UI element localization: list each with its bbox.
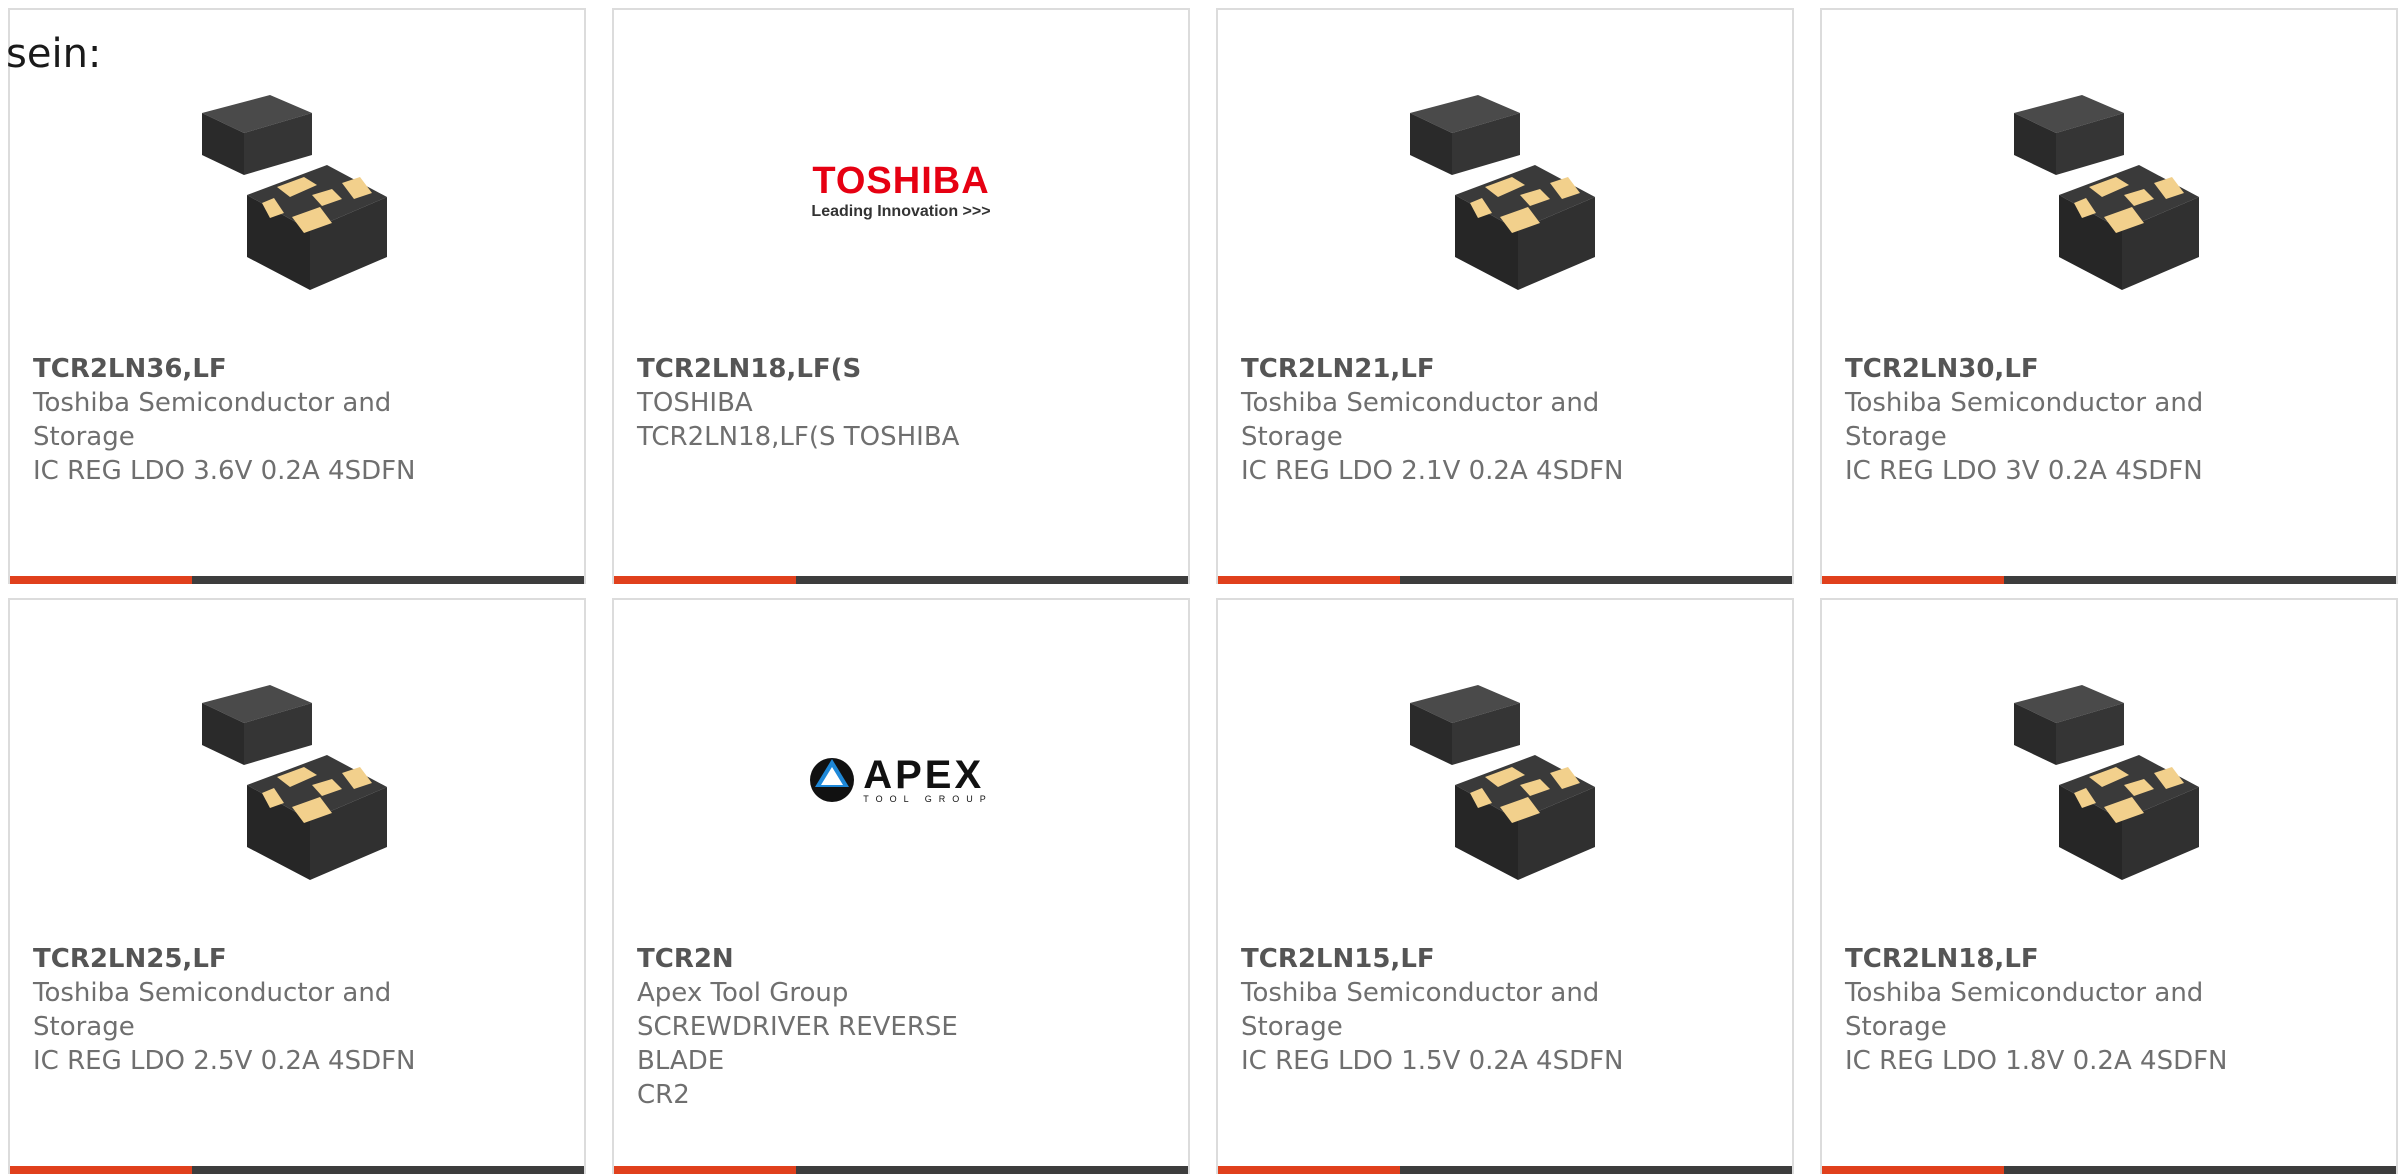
card-bar — [614, 1166, 1188, 1174]
chip-icon — [202, 95, 387, 290]
card-bar-accent — [10, 576, 192, 584]
product-line: Toshiba Semiconductor and — [1845, 388, 2204, 418]
product-card[interactable]: TCR2LN15,LF Toshiba Semiconductor and St… — [1216, 598, 1794, 1174]
product-line: CR2 — [637, 1080, 690, 1110]
part-number[interactable]: TCR2LN30,LF — [1845, 352, 2236, 386]
product-line: Storage — [1241, 422, 1343, 452]
product-line: Toshiba Semiconductor and — [33, 978, 392, 1008]
product-card[interactable]: TCR2LN18,LF Toshiba Semiconductor and St… — [1820, 598, 2398, 1174]
product-card[interactable]: TCR2LN30,LF Toshiba Semiconductor and St… — [1820, 8, 2398, 584]
card-bar — [1822, 1166, 2396, 1174]
card-bar-accent — [614, 1166, 796, 1174]
product-line: TCR2LN18,LF(S TOSHIBA — [637, 422, 960, 452]
product-info: TCR2LN15,LF Toshiba Semiconductor and St… — [1241, 942, 1632, 1078]
card-bar — [1822, 576, 2396, 584]
product-line: IC REG LDO 3V 0.2A 4SDFN — [1845, 456, 2203, 486]
part-number[interactable]: TCR2LN25,LF — [33, 942, 424, 976]
product-line: Storage — [33, 1012, 135, 1042]
product-line: Toshiba Semiconductor and — [1241, 388, 1600, 418]
product-image[interactable] — [1218, 670, 1792, 890]
product-line: IC REG LDO 1.8V 0.2A 4SDFN — [1845, 1046, 2228, 1076]
chip-icon — [1410, 95, 1595, 290]
toshiba-tagline: Leading Innovation >>> — [811, 202, 991, 220]
product-card[interactable]: APEX TOOL GROUP TCR2N Apex Tool Group SC… — [612, 598, 1190, 1174]
card-bar — [614, 576, 1188, 584]
product-line: IC REG LDO 2.5V 0.2A 4SDFN — [33, 1046, 416, 1076]
chip-icon — [202, 685, 387, 880]
product-line: Storage — [33, 422, 135, 452]
product-line: IC REG LDO 3.6V 0.2A 4SDFN — [33, 456, 416, 486]
product-info: TCR2LN21,LF Toshiba Semiconductor and St… — [1241, 352, 1632, 488]
part-number[interactable]: TCR2LN18,LF(S — [637, 352, 1028, 386]
product-card[interactable]: TCR2LN36,LF Toshiba Semiconductor and St… — [8, 8, 586, 584]
card-bar — [1218, 1166, 1792, 1174]
card-bar-accent — [1822, 1166, 2004, 1174]
chip-icon — [1410, 685, 1595, 880]
product-info: TCR2N Apex Tool Group SCREWDRIVER REVERS… — [637, 942, 1028, 1112]
card-bar-accent — [1218, 576, 1400, 584]
product-line: Toshiba Semiconductor and — [1845, 978, 2204, 1008]
apex-globe-icon — [810, 758, 855, 802]
product-info: TCR2LN25,LF Toshiba Semiconductor and St… — [33, 942, 424, 1078]
card-bar-accent — [1218, 1166, 1400, 1174]
apex-brand: APEX — [863, 753, 985, 797]
product-image[interactable] — [10, 670, 584, 890]
apex-tagline: TOOL GROUP — [863, 794, 993, 804]
product-info: TCR2LN30,LF Toshiba Semiconductor and St… — [1845, 352, 2236, 488]
card-bar-accent — [614, 576, 796, 584]
part-number[interactable]: TCR2N — [637, 942, 1028, 976]
intro-text: sein: — [6, 31, 102, 77]
card-bar-accent — [1822, 576, 2004, 584]
product-line: Apex Tool Group — [637, 978, 849, 1008]
toshiba-brand: TOSHIBA — [812, 159, 990, 202]
product-image[interactable]: TOSHIBA Leading Innovation >>> — [614, 80, 1188, 300]
part-number[interactable]: TCR2LN18,LF — [1845, 942, 2236, 976]
chip-icon — [2014, 685, 2199, 880]
product-image[interactable]: APEX TOOL GROUP — [614, 670, 1188, 890]
apex-logo: APEX TOOL GROUP — [809, 753, 993, 804]
chip-icon — [2014, 95, 2199, 290]
toshiba-logo: TOSHIBA Leading Innovation >>> — [811, 160, 990, 221]
product-line: Toshiba Semiconductor and — [33, 388, 392, 418]
product-line: Storage — [1845, 422, 1947, 452]
product-line: TOSHIBA — [637, 388, 753, 418]
product-card[interactable]: TCR2LN21,LF Toshiba Semiconductor and St… — [1216, 8, 1794, 584]
product-line: IC REG LDO 2.1V 0.2A 4SDFN — [1241, 456, 1624, 486]
card-bar — [1218, 576, 1792, 584]
card-bar-accent — [10, 1166, 192, 1174]
product-image[interactable] — [1218, 80, 1792, 300]
card-bar — [10, 1166, 584, 1174]
product-info: TCR2LN36,LF Toshiba Semiconductor and St… — [33, 352, 424, 488]
product-image[interactable] — [1822, 80, 2396, 300]
product-line: Toshiba Semiconductor and — [1241, 978, 1600, 1008]
product-line: Storage — [1845, 1012, 1947, 1042]
part-number[interactable]: TCR2LN36,LF — [33, 352, 424, 386]
product-card[interactable]: TCR2LN25,LF Toshiba Semiconductor and St… — [8, 598, 586, 1174]
product-line: IC REG LDO 1.5V 0.2A 4SDFN — [1241, 1046, 1624, 1076]
product-info: TCR2LN18,LF(S TOSHIBA TCR2LN18,LF(S TOSH… — [637, 352, 1028, 454]
part-number[interactable]: TCR2LN21,LF — [1241, 352, 1632, 386]
product-card[interactable]: TOSHIBA Leading Innovation >>> TCR2LN18,… — [612, 8, 1190, 584]
product-line: SCREWDRIVER REVERSE BLADE — [637, 1012, 958, 1076]
product-info: TCR2LN18,LF Toshiba Semiconductor and St… — [1845, 942, 2236, 1078]
product-grid: TCR2LN36,LF Toshiba Semiconductor and St… — [8, 8, 2398, 1174]
product-image[interactable] — [10, 80, 584, 300]
part-number[interactable]: TCR2LN15,LF — [1241, 942, 1632, 976]
product-line: Storage — [1241, 1012, 1343, 1042]
product-image[interactable] — [1822, 670, 2396, 890]
card-bar — [10, 576, 584, 584]
